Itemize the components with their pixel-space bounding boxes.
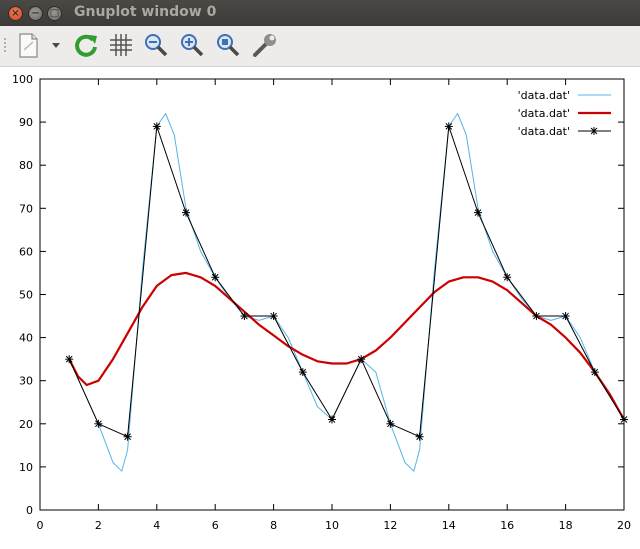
- x-tick-label: 12: [383, 519, 397, 532]
- title-bar: × − □ Gnuplot window 0: [0, 0, 640, 26]
- data-point: [240, 312, 249, 321]
- chevron-down-icon: [52, 43, 60, 48]
- data-point: [298, 368, 307, 377]
- x-tick-label: 16: [500, 519, 514, 532]
- series-line-3: [68, 125, 625, 438]
- data-point: [386, 419, 395, 428]
- grid-icon: [110, 34, 132, 56]
- series-line-2: [68, 271, 625, 421]
- maximize-window-button[interactable]: □: [47, 6, 62, 21]
- y-tick-label: 40: [19, 332, 33, 345]
- data-point: [590, 368, 599, 377]
- zoom-in-icon: [181, 34, 204, 57]
- autoscale-button[interactable]: [213, 30, 243, 60]
- wrench-icon: [253, 34, 276, 57]
- plot-canvas[interactable]: 0 10 20 30 40 50 60 70 80 90 100 0 2 4 6 8 10 12 14 16 18 20 …: [0, 67, 640, 549]
- y-tick-label: 100: [12, 73, 33, 86]
- y-tick-label: 20: [19, 418, 33, 431]
- series-layer: [65, 113, 628, 472]
- window-title: Gnuplot window 0: [74, 4, 217, 20]
- data-point: [65, 355, 74, 364]
- zoom-previous-button[interactable]: [141, 30, 171, 60]
- x-tick-label: 18: [559, 519, 573, 532]
- legend-label-2: 'data.dat': [518, 107, 570, 120]
- maximize-icon: □: [49, 8, 60, 19]
- legend-label-1: 'data.dat': [518, 89, 570, 102]
- zoom-next-button[interactable]: [177, 30, 207, 60]
- data-point: [503, 273, 512, 282]
- x-tick-label: 4: [153, 519, 160, 532]
- x-tick-label: 0: [37, 519, 44, 532]
- data-point: [532, 312, 541, 321]
- toolbar: [0, 26, 640, 67]
- data-point: [415, 432, 424, 441]
- data-point: [474, 208, 482, 217]
- close-icon: ×: [11, 8, 20, 19]
- x-tick-label: 8: [270, 519, 277, 532]
- x-tick-label: 10: [325, 519, 339, 532]
- minimize-icon: −: [31, 8, 40, 19]
- chart: 01020304050607080901000 2 4 6 8 10 12 14 16 18 20 …: [12, 73, 631, 532]
- x-tick-label: 2: [95, 519, 102, 532]
- data-point: [269, 312, 278, 321]
- x-tick-label: 14: [442, 519, 456, 532]
- y-tick-label: 60: [19, 245, 33, 258]
- y-tick-label: 80: [19, 159, 33, 172]
- zoom-fit-icon: [217, 34, 240, 57]
- zoom-out-icon: [145, 34, 168, 57]
- data-point: [211, 273, 220, 282]
- toggle-grid-button[interactable]: [106, 30, 136, 60]
- x-tick-label: 20: [617, 519, 631, 532]
- data-point: [94, 419, 103, 428]
- y-tick-label: 30: [19, 375, 33, 388]
- minimize-window-button[interactable]: −: [28, 6, 43, 21]
- data-point: [357, 355, 366, 364]
- document-icon: [19, 33, 38, 58]
- replot-button[interactable]: [71, 30, 101, 60]
- copy-to-clipboard-button[interactable]: [13, 30, 43, 60]
- legend-marker: [590, 127, 598, 135]
- y-tick-label: 50: [19, 289, 33, 302]
- y-tick-label: 70: [19, 202, 33, 215]
- export-menu-button[interactable]: [45, 30, 67, 60]
- refresh-icon: [75, 34, 97, 57]
- data-point: [328, 415, 336, 424]
- y-tick-label: 90: [19, 116, 33, 129]
- data-point: [152, 122, 161, 131]
- options-button[interactable]: [250, 30, 280, 60]
- toolbar-grip-icon: [4, 38, 6, 52]
- data-point: [620, 415, 628, 424]
- data-point: [561, 312, 570, 321]
- close-window-button[interactable]: ×: [8, 6, 23, 21]
- legend: 'data.dat' 'data.dat' 'data.dat': [518, 89, 611, 138]
- y-tick-label: 10: [19, 461, 33, 474]
- legend-label-3: 'data.dat': [518, 125, 570, 138]
- data-point: [444, 122, 453, 131]
- y-tick-label: 0: [26, 504, 33, 517]
- data-point: [123, 432, 132, 441]
- axes: 0 10 20 30 40 50 60 70 80 90 100 0 2 4 6 8 10 12 14 16 18 20: [12, 73, 631, 532]
- data-point: [182, 208, 190, 217]
- x-tick-label: 6: [212, 519, 219, 532]
